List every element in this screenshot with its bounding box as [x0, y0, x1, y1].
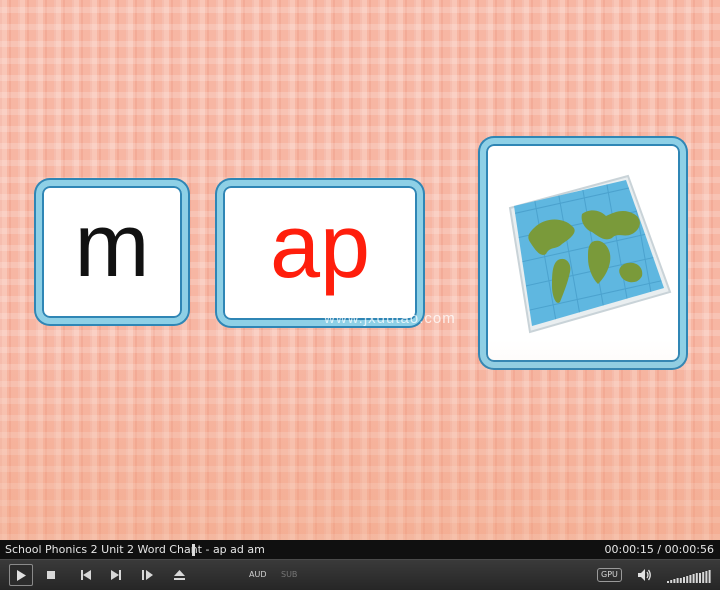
volume-slider[interactable] — [667, 569, 713, 583]
watermark: www.jxdutao.com — [324, 310, 456, 327]
time-display: 00:00:15 / 00:00:56 — [604, 543, 714, 556]
eject-button[interactable] — [170, 566, 188, 584]
picture-card-map — [480, 138, 686, 368]
seek-handle[interactable] — [192, 544, 195, 556]
volume-bar-segment — [702, 572, 705, 583]
video-frame[interactable]: m ap www.jxdutao.com — [0, 0, 720, 540]
volume-bar-segment — [686, 576, 689, 583]
volume-bar-segment — [705, 571, 708, 583]
letter-card-ap: ap — [217, 180, 423, 326]
player-controls: AUD SUB GPU — [0, 559, 720, 590]
volume-bar-segment — [676, 578, 679, 583]
stop-button[interactable] — [42, 566, 60, 584]
audio-track-button[interactable]: AUD — [249, 570, 267, 579]
previous-button[interactable] — [77, 566, 95, 584]
volume-bar-segment — [683, 577, 685, 583]
play-icon — [17, 569, 26, 581]
volume-bar-segment — [673, 579, 676, 583]
media-title: School Phonics 2 Unit 2 Word Chant - ap … — [5, 543, 265, 556]
world-map-icon — [508, 174, 672, 334]
volume-bar-segment — [708, 570, 711, 583]
mute-button[interactable] — [636, 566, 654, 584]
volume-bar-segment — [695, 573, 698, 583]
eject-icon — [173, 570, 185, 580]
subtitle-button[interactable]: SUB — [281, 570, 297, 579]
volume-bar-segment — [679, 578, 682, 583]
volume-bar-segment — [670, 580, 673, 583]
play-button[interactable] — [9, 564, 33, 586]
step-forward-icon — [141, 570, 153, 580]
letters-ap: ap — [269, 197, 371, 297]
previous-icon — [81, 570, 91, 580]
next-button[interactable] — [107, 566, 125, 584]
volume-icon — [638, 569, 651, 581]
stop-icon — [47, 571, 55, 579]
volume-bar-segment — [667, 581, 669, 583]
volume-bar-segment — [692, 574, 695, 583]
letter-m: m — [74, 196, 150, 296]
letter-card-m: m — [36, 180, 188, 324]
volume-bar-segment — [699, 573, 701, 583]
gpu-badge[interactable]: GPU — [597, 568, 622, 582]
step-forward-button[interactable] — [138, 566, 156, 584]
player-info-bar: School Phonics 2 Unit 2 Word Chant - ap … — [0, 540, 720, 559]
volume-bar-segment — [689, 575, 692, 583]
next-icon — [111, 570, 121, 580]
